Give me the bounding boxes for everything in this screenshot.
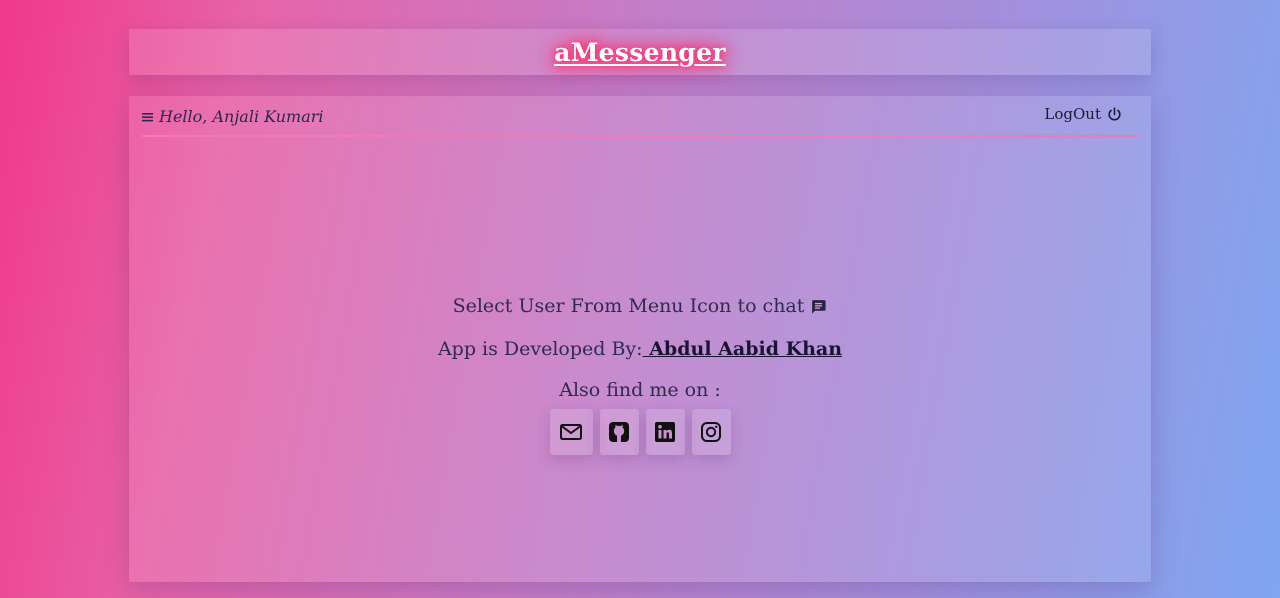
instagram-icon [701,422,721,442]
linkedin-icon [655,422,675,442]
instagram-button[interactable] [691,409,731,455]
developer-link[interactable]: Abdul Aabid Khan [643,338,842,360]
brand-title[interactable]: aMessenger [554,38,726,67]
select-user-text: Select User From Menu Icon to chat [452,295,805,317]
welcome-content: Select User From Menu Icon to chat App i… [129,293,1151,455]
app-header: aMessenger [129,29,1151,75]
linkedin-button[interactable] [645,409,685,455]
github-icon [609,422,629,442]
greeting-text: Hello, Anjali Kumari [159,107,324,126]
greeting: Hello, Anjali Kumari [142,107,324,126]
email-button[interactable] [549,409,593,455]
developer-credit: App is Developed By: Abdul Aabid Khan [129,338,1151,364]
developer-prefix: App is Developed By: [437,338,643,360]
select-user-prompt: Select User From Menu Icon to chat [129,293,1151,319]
social-links [129,409,1151,455]
chat-panel: Hello, Anjali Kumari LogOut Select User … [129,96,1151,582]
logout-button[interactable]: LogOut [1044,105,1123,123]
hamburger-menu-icon[interactable] [142,112,153,122]
power-icon [1108,106,1121,121]
panel-topbar: Hello, Anjali Kumari LogOut [142,96,1137,137]
mail-icon [560,424,582,440]
chat-icon [812,299,826,314]
find-me-label: Also find me on : [559,379,721,401]
github-button[interactable] [599,409,639,455]
logout-label: LogOut [1044,105,1101,123]
